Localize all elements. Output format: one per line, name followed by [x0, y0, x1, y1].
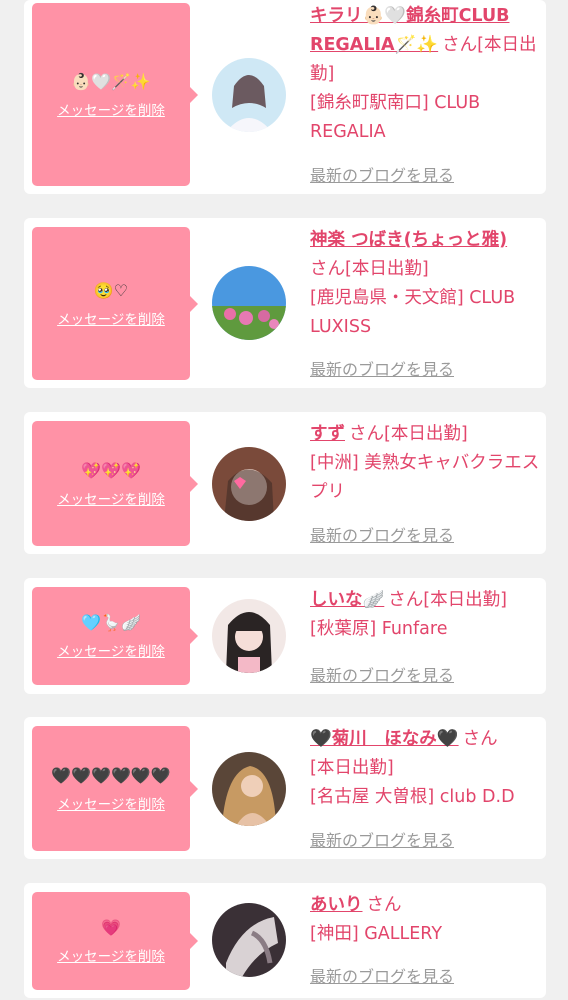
- blog-link[interactable]: 最新のブログを見る: [310, 662, 454, 686]
- sender-info: しいな🪽 さん[本日出勤] [秋葉原] Funfare: [310, 586, 544, 644]
- message-text: 💗: [101, 918, 121, 937]
- shop-name: [錦糸町駅南口] CLUB REGALIA: [310, 93, 481, 142]
- status: [本日出勤]: [423, 590, 507, 610]
- honorific: さん: [388, 590, 424, 610]
- status: [本日出勤]: [310, 758, 394, 778]
- sender-info: 🖤菊川 ほなみ🖤 さん [本日出勤] [名古屋 大曽根] club D.D: [310, 725, 544, 812]
- avatar[interactable]: [212, 447, 286, 521]
- avatar[interactable]: [212, 752, 286, 826]
- sender-name-link[interactable]: 神楽 つばき(ちょっと雅): [310, 230, 507, 250]
- blog-link[interactable]: 最新のブログを見る: [310, 522, 454, 546]
- honorific: さん: [349, 424, 384, 444]
- message-card: 🩵🪿🪽 メッセージを削除 しいな🪽 さん[本日出勤] [秋葉原] Funfare …: [24, 578, 546, 694]
- avatar[interactable]: [212, 903, 286, 977]
- message-card: 💗 メッセージを削除 あいり さん [神田] GALLERY 最新のブログを見る: [24, 883, 546, 998]
- shop-name: [秋葉原] Funfare: [310, 619, 448, 639]
- shop-name: [中洲] 美熟女キャバクラエスプリ: [310, 453, 540, 502]
- message-text: 🩵🪿🪽: [81, 613, 141, 632]
- message-text: 👶🏻🤍🪄✨: [71, 71, 151, 91]
- sender-info: キラリ👶🏻🤍錦糸町CLUB REGALIA🪄✨ さん[本日出勤] [錦糸町駅南口]…: [310, 2, 544, 147]
- message-bubble: 👶🏻🤍🪄✨ メッセージを削除: [32, 3, 198, 186]
- blog-link[interactable]: 最新のブログを見る: [310, 963, 454, 987]
- message-bubble: 🖤🖤🖤🖤🖤🖤 メッセージを削除: [32, 726, 198, 851]
- shop-name: [名古屋 大曽根] club D.D: [310, 787, 515, 807]
- sender-name-link[interactable]: しいな🪽: [310, 590, 384, 610]
- sender-name-link[interactable]: 🖤菊川 ほなみ🖤: [310, 729, 459, 749]
- honorific: さん: [310, 259, 345, 279]
- blog-link[interactable]: 最新のブログを見る: [310, 356, 454, 380]
- status: [本日出勤]: [345, 259, 429, 279]
- honorific: さん: [462, 729, 498, 749]
- delete-message-link[interactable]: メッセージを削除: [57, 308, 165, 328]
- message-card: 🥹♡ メッセージを削除 神楽 つばき(ちょっと雅) さん[本日出勤] [鹿児島県・…: [24, 218, 546, 388]
- shop-name: [鹿児島県・天文館] CLUB LUXISS: [310, 288, 516, 337]
- delete-message-link[interactable]: メッセージを削除: [57, 945, 165, 965]
- message-text: 🥹♡: [93, 280, 129, 300]
- status: [本日出勤]: [384, 424, 468, 444]
- blog-link[interactable]: 最新のブログを見る: [310, 827, 454, 851]
- message-card: 👶🏻🤍🪄✨ メッセージを削除 キラリ👶🏻🤍錦糸町CLUB REGALIA🪄✨ さん…: [24, 0, 546, 194]
- delete-message-link[interactable]: メッセージを削除: [57, 488, 165, 508]
- delete-message-link[interactable]: メッセージを削除: [57, 99, 165, 119]
- sender-info: あいり さん [神田] GALLERY: [310, 891, 544, 949]
- message-bubble: 🩵🪿🪽 メッセージを削除: [32, 587, 198, 685]
- message-bubble: 💖💖💖 メッセージを削除: [32, 421, 198, 546]
- message-bubble: 🥹♡ メッセージを削除: [32, 227, 198, 380]
- sender-info: 神楽 つばき(ちょっと雅) さん[本日出勤] [鹿児島県・天文館] CLUB LU…: [310, 226, 544, 342]
- honorific: さん: [366, 895, 402, 915]
- message-card: 💖💖💖 メッセージを削除 すず さん[本日出勤] [中洲] 美熟女キャバクラエスプ…: [24, 412, 546, 554]
- shop-name: [神田] GALLERY: [310, 924, 443, 944]
- message-card: 🖤🖤🖤🖤🖤🖤 メッセージを削除 🖤菊川 ほなみ🖤 さん [本日出勤] [名古屋 大曽…: [24, 717, 546, 859]
- avatar[interactable]: [212, 266, 286, 340]
- sender-name-link[interactable]: すず: [310, 424, 345, 444]
- avatar[interactable]: [212, 599, 286, 673]
- sender-name-link[interactable]: あいり: [310, 895, 363, 915]
- sender-info: すず さん[本日出勤] [中洲] 美熟女キャバクラエスプリ: [310, 420, 544, 507]
- honorific: さん: [442, 35, 478, 55]
- blog-link[interactable]: 最新のブログを見る: [310, 162, 454, 186]
- message-text: 🖤🖤🖤🖤🖤🖤: [51, 765, 171, 785]
- message-bubble: 💗 メッセージを削除: [32, 892, 198, 990]
- message-text: 💖💖💖: [81, 460, 141, 480]
- delete-message-link[interactable]: メッセージを削除: [57, 640, 165, 660]
- avatar[interactable]: [212, 58, 286, 132]
- delete-message-link[interactable]: メッセージを削除: [57, 793, 165, 813]
